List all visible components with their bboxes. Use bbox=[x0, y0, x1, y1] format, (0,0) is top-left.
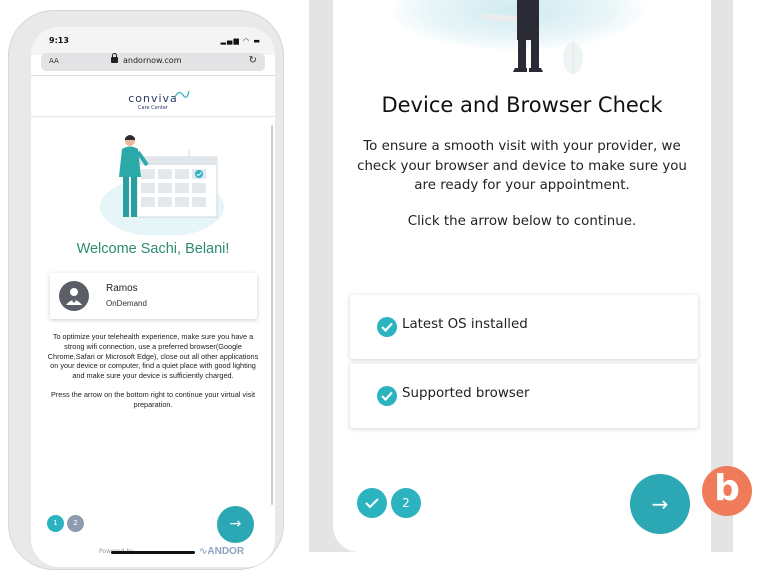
instructions-paragraph-2: Press the arrow on the bottom right to c… bbox=[50, 389, 255, 409]
page-title: Device and Browser Check bbox=[381, 93, 663, 117]
check-item-browser: Supported browser bbox=[350, 364, 698, 428]
conviva-logo: conviva Care Center bbox=[31, 87, 275, 111]
checkmark-icon bbox=[377, 386, 397, 406]
logo-subtitle: Care Center bbox=[138, 105, 168, 111]
instruction-text: Click the arrow below to continue. bbox=[407, 214, 637, 229]
person-illustration bbox=[483, 0, 583, 74]
divider bbox=[31, 75, 275, 76]
doctor-avatar-icon bbox=[66, 288, 82, 305]
check-label: Latest OS installed bbox=[402, 317, 528, 332]
next-arrow-button[interactable]: → bbox=[630, 474, 690, 534]
status-time: 9:13 bbox=[49, 36, 69, 45]
instructions-paragraph-1: To optimize your telehealth experience, … bbox=[47, 332, 259, 381]
logo-text: conviva bbox=[128, 92, 178, 105]
step-indicator-2: 2 bbox=[67, 515, 84, 532]
instructions-text: To optimize your telehealth experience, … bbox=[45, 332, 261, 419]
url-bar[interactable]: AA andornow.com ↻ bbox=[41, 53, 265, 71]
logo-wave-icon bbox=[174, 90, 190, 98]
provider-avatar bbox=[59, 281, 89, 311]
status-bar: 9:13 ▂▄▆ ◠ ▬ bbox=[31, 27, 275, 55]
provider-name: Ramos bbox=[106, 283, 138, 294]
scrollbar[interactable] bbox=[271, 125, 273, 505]
home-indicator[interactable] bbox=[111, 551, 195, 554]
provider-type: OnDemand bbox=[106, 299, 147, 308]
description-text: To ensure a smooth visit with your provi… bbox=[357, 139, 687, 194]
checkmark-icon bbox=[377, 317, 397, 337]
lock-icon bbox=[111, 53, 118, 63]
text-size-button[interactable]: AA bbox=[49, 57, 59, 65]
step-indicator-2: 2 bbox=[391, 488, 421, 518]
reload-icon[interactable]: ↻ bbox=[249, 55, 257, 66]
step-indicator-1-complete bbox=[357, 488, 387, 518]
provider-card[interactable]: Ramos OnDemand bbox=[50, 273, 257, 319]
welcome-heading: Welcome Sachi, Belani! bbox=[76, 241, 230, 257]
check-label: Supported browser bbox=[402, 386, 530, 401]
step-indicator-1: 1 bbox=[47, 515, 64, 532]
check-item-os: Latest OS installed bbox=[350, 295, 698, 359]
annotation-badge: b bbox=[702, 466, 752, 516]
left-phone-screen: 9:13 ▂▄▆ ◠ ▬ AA andornow.com ↻ conviva C… bbox=[31, 27, 275, 567]
doctor-calendar-illustration bbox=[100, 135, 224, 235]
signal-wifi-battery-icon: ▂▄▆ ◠ ▬ bbox=[220, 37, 261, 45]
checkmark-icon bbox=[365, 498, 379, 509]
right-phone-screen: Device and Browser Check To ensure a smo… bbox=[333, 0, 711, 552]
url-text[interactable]: andornow.com bbox=[123, 56, 182, 65]
divider bbox=[31, 116, 275, 117]
next-arrow-button[interactable]: → bbox=[217, 506, 254, 543]
